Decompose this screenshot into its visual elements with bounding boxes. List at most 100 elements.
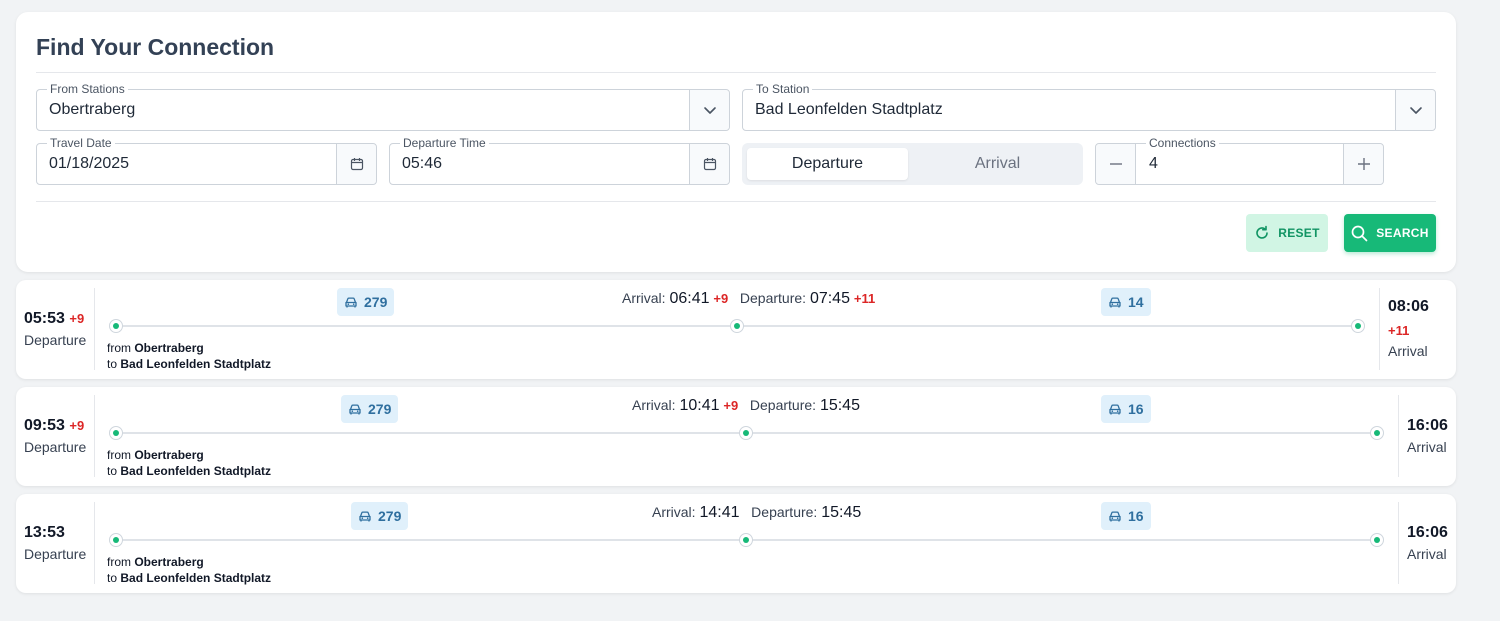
departure-time-label: Departure Time bbox=[400, 136, 489, 150]
to-station: Bad Leonfelden Stadtplatz bbox=[120, 464, 272, 478]
transfer-arrival-time: 06:41 bbox=[669, 290, 710, 307]
bus-icon bbox=[359, 510, 371, 521]
departure-time-picker-button[interactable] bbox=[689, 144, 729, 184]
transfer-stop-dot bbox=[739, 426, 753, 440]
divider bbox=[36, 201, 1436, 202]
transfer-info: Arrival: 10:41 +9 Departure: 15:45 bbox=[632, 397, 860, 415]
bus-icon bbox=[349, 403, 361, 414]
departure-block: 09:53 +9 Departure bbox=[24, 417, 86, 455]
divider bbox=[1398, 395, 1399, 477]
connections-label: Connections bbox=[1146, 136, 1219, 150]
to-station-select[interactable]: To Station Bad Leonfelden Stadtplatz bbox=[742, 82, 1436, 131]
connection-card[interactable]: 13:53 Departure 279 Arrival: 14:41 Depar… bbox=[16, 494, 1456, 593]
departure-time: 13:53 bbox=[24, 524, 65, 541]
transfer-departure-label: Departure: bbox=[749, 397, 817, 413]
bus-icon bbox=[345, 296, 357, 307]
line-number: 279 bbox=[378, 508, 402, 524]
to-station: Bad Leonfelden Stadtplatz bbox=[120, 357, 272, 371]
line-badge[interactable]: 16 bbox=[1101, 395, 1151, 423]
start-stop-dot bbox=[109, 426, 123, 440]
bus-icon bbox=[1109, 296, 1121, 307]
transfer-info: Arrival: 06:41 +9 Departure: 07:45 +11 bbox=[622, 290, 875, 308]
bus-icon bbox=[1109, 403, 1121, 414]
arrival-time: 08:06 bbox=[1388, 298, 1429, 315]
transfer-stop-dot bbox=[739, 533, 753, 547]
arrival-label: Arrival bbox=[1388, 343, 1428, 359]
line-badge[interactable]: 16 bbox=[1101, 502, 1151, 530]
increment-button[interactable] bbox=[1343, 144, 1383, 184]
departure-arrival-toggle: Departure Arrival bbox=[742, 143, 1083, 185]
travel-date-field[interactable]: Travel Date 01/18/2025 bbox=[36, 136, 377, 185]
reset-button[interactable]: RESET bbox=[1246, 214, 1328, 252]
transfer-arrival-label: Arrival: bbox=[622, 290, 666, 306]
from-station-dropdown-button[interactable] bbox=[689, 90, 729, 130]
search-button[interactable]: SEARCH bbox=[1344, 214, 1436, 252]
line-badge[interactable]: 14 bbox=[1101, 288, 1151, 316]
line-number: 16 bbox=[1128, 508, 1144, 524]
end-stop-dot bbox=[1351, 319, 1365, 333]
departure-time: 09:53 bbox=[24, 417, 65, 434]
departure-label: Departure bbox=[24, 332, 87, 348]
divider bbox=[1379, 288, 1380, 370]
transfer-departure-time: 15:45 bbox=[819, 397, 860, 414]
connections-value[interactable]: 4 bbox=[1149, 155, 1158, 173]
calendar-icon bbox=[703, 158, 716, 171]
divider bbox=[1398, 502, 1399, 584]
calendar-icon bbox=[350, 158, 363, 171]
departure-time-field[interactable]: Departure Time 05:46 bbox=[389, 136, 730, 185]
transfer-arrival-time: 10:41 bbox=[679, 397, 720, 414]
transfer-arrival-delay: +9 bbox=[713, 291, 729, 306]
connection-card[interactable]: 09:53 +9 Departure 279 Arrival: 10:41 +9… bbox=[16, 387, 1456, 486]
reset-label: RESET bbox=[1278, 226, 1320, 240]
search-panel: Find Your Connection From Stations Obert… bbox=[16, 12, 1456, 272]
to-prefix: to bbox=[107, 357, 118, 371]
transfer-departure-label: Departure: bbox=[751, 504, 818, 520]
decrement-button[interactable] bbox=[1096, 144, 1136, 184]
divider bbox=[94, 502, 95, 584]
minus-icon bbox=[1109, 163, 1122, 165]
search-label: SEARCH bbox=[1376, 226, 1429, 240]
from-station: Obertraberg bbox=[134, 555, 204, 569]
arrival-delay: +11 bbox=[1388, 323, 1410, 338]
line-number: 16 bbox=[1128, 401, 1144, 417]
line-badge[interactable]: 279 bbox=[337, 288, 395, 316]
route-text: from Obertraberg to Bad Leonfelden Stadt… bbox=[107, 340, 271, 372]
to-prefix: to bbox=[107, 464, 118, 478]
arrival-label: Arrival bbox=[1407, 439, 1447, 455]
arrival-time: 16:06 bbox=[1407, 524, 1448, 541]
transfer-departure-label: Departure: bbox=[739, 290, 807, 306]
to-station: Bad Leonfelden Stadtplatz bbox=[120, 571, 272, 585]
to-prefix: to bbox=[107, 571, 118, 585]
transfer-stop-dot bbox=[730, 319, 744, 333]
travel-date-picker-button[interactable] bbox=[336, 144, 376, 184]
transfer-departure-delay: +11 bbox=[853, 291, 876, 306]
search-icon bbox=[1351, 225, 1368, 241]
to-station-label: To Station bbox=[753, 82, 813, 96]
from-prefix: from bbox=[107, 341, 131, 355]
arrival-block: 16:06 Arrival bbox=[1407, 417, 1448, 455]
from-station-select[interactable]: From Stations Obertraberg bbox=[36, 82, 730, 131]
line-badge[interactable]: 279 bbox=[341, 395, 399, 423]
from-station: Obertraberg bbox=[134, 341, 204, 355]
start-stop-dot bbox=[109, 319, 123, 333]
to-station-dropdown-button[interactable] bbox=[1395, 90, 1435, 130]
page-title: Find Your Connection bbox=[36, 34, 275, 60]
departure-delay: +9 bbox=[69, 311, 85, 326]
departure-time: 05:53 bbox=[24, 310, 65, 327]
divider bbox=[94, 288, 95, 370]
line-number: 279 bbox=[364, 294, 388, 310]
connection-card[interactable]: 05:53 +9 Departure 279 Arrival: 06:41 +9… bbox=[16, 280, 1456, 379]
connections-stepper: Connections 4 bbox=[1095, 136, 1384, 185]
mode-departure-option[interactable]: Departure bbox=[747, 148, 908, 180]
line-badge[interactable]: 279 bbox=[351, 502, 409, 530]
refresh-icon bbox=[1256, 225, 1269, 239]
bus-icon bbox=[1109, 510, 1121, 521]
transfer-arrival-label: Arrival: bbox=[632, 397, 676, 413]
from-prefix: from bbox=[107, 555, 131, 569]
transfer-arrival-delay: +9 bbox=[723, 398, 739, 413]
from-station-value: Obertraberg bbox=[49, 101, 136, 118]
mode-arrival-option[interactable]: Arrival bbox=[917, 148, 1078, 180]
departure-time-value: 05:46 bbox=[402, 155, 443, 172]
departure-delay: +9 bbox=[69, 418, 85, 433]
departure-label: Departure bbox=[24, 439, 87, 455]
